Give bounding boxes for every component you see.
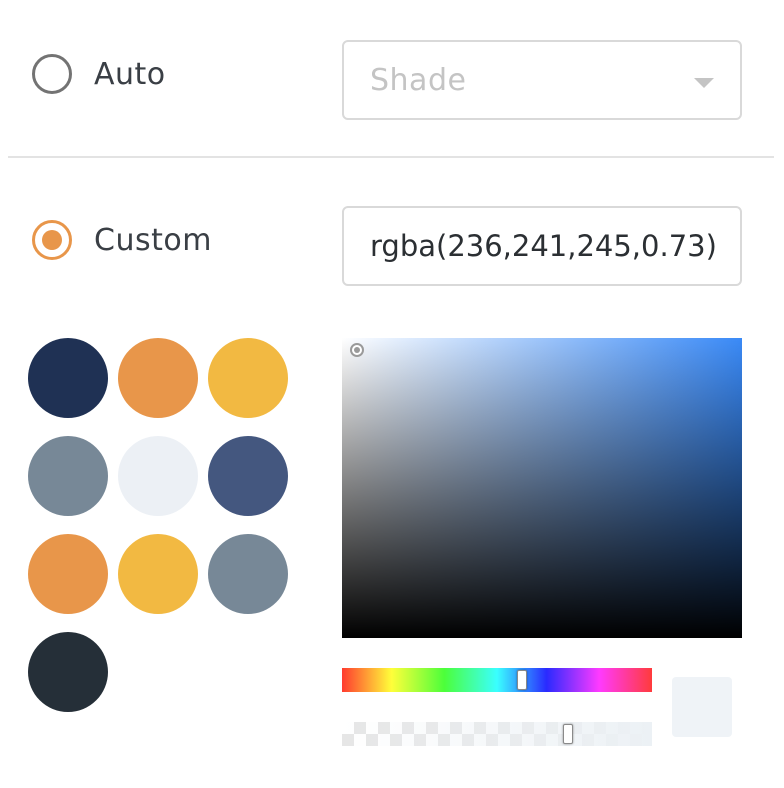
alpha-gradient xyxy=(342,722,652,746)
saturation-value-area[interactable] xyxy=(342,338,742,638)
swatch-charcoal[interactable] xyxy=(28,632,108,712)
custom-radio[interactable] xyxy=(32,220,72,260)
auto-label: Auto xyxy=(94,56,166,92)
swatch-light-gray[interactable] xyxy=(118,436,198,516)
chevron-down-icon xyxy=(694,78,714,88)
swatch-yellow-2[interactable] xyxy=(118,534,198,614)
swatch-navy[interactable] xyxy=(28,338,108,418)
swatch-yellow[interactable] xyxy=(208,338,288,418)
swatch-slate[interactable] xyxy=(28,436,108,516)
color-preview xyxy=(672,677,732,737)
shade-select[interactable]: Shade xyxy=(342,40,742,120)
hue-slider-thumb[interactable] xyxy=(516,670,527,690)
custom-option[interactable]: Custom xyxy=(32,220,212,260)
radio-selected-dot xyxy=(42,230,62,250)
shade-select-placeholder: Shade xyxy=(370,62,467,98)
hue-slider[interactable] xyxy=(342,668,652,692)
alpha-slider-thumb[interactable] xyxy=(563,724,574,744)
custom-label: Custom xyxy=(94,222,212,258)
swatch-slate-2[interactable] xyxy=(208,534,288,614)
auto-option[interactable]: Auto xyxy=(32,54,166,94)
color-value-input[interactable] xyxy=(342,206,742,286)
swatch-indigo[interactable] xyxy=(208,436,288,516)
auto-radio[interactable] xyxy=(32,54,72,94)
saturation-handle[interactable] xyxy=(350,343,364,357)
divider xyxy=(8,156,774,158)
swatch-orange-2[interactable] xyxy=(28,534,108,614)
alpha-slider[interactable] xyxy=(342,722,652,746)
swatch-orange[interactable] xyxy=(118,338,198,418)
